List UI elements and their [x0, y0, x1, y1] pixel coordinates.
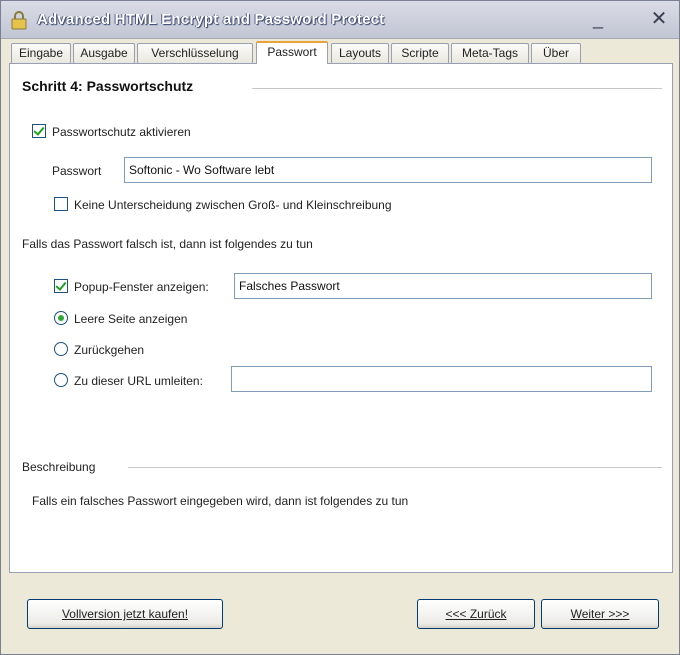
- buy-full-version-button[interactable]: Vollversion jetzt kaufen!: [27, 599, 223, 629]
- buy-full-version-label: Vollversion jetzt kaufen!: [61, 607, 189, 621]
- popup-label: Popup-Fenster anzeigen:: [74, 280, 209, 294]
- tab-panel-passwort: Schritt 4: Passwortschutz Passwortschutz…: [9, 63, 673, 573]
- radio-redirect-url[interactable]: [54, 373, 68, 387]
- popup-message-input[interactable]: Falsches Passwort: [234, 273, 652, 299]
- title-divider: [252, 88, 662, 89]
- enable-password-label: Passwortschutz aktivieren: [52, 125, 191, 139]
- enable-password-checkbox[interactable]: [32, 124, 46, 138]
- radio-go-back[interactable]: [54, 342, 68, 356]
- password-label: Passwort: [52, 164, 102, 178]
- description-divider: [128, 467, 662, 468]
- description-heading: Beschreibung: [22, 460, 96, 474]
- tab-bar: Eingabe Ausgabe Verschlüsselung Passwort…: [9, 41, 673, 64]
- step-title: Schritt 4: Passwortschutz: [22, 78, 194, 94]
- case-insensitive-checkbox[interactable]: [54, 197, 68, 211]
- tab-layouts[interactable]: Layouts: [331, 43, 389, 63]
- case-insensitive-label: Keine Unterscheidung zwischen Groß- und …: [74, 198, 392, 212]
- app-window: Advanced HTML Encrypt and Password Prote…: [0, 0, 680, 655]
- tab-ausgabe[interactable]: Ausgabe: [73, 43, 135, 63]
- redirect-url-input[interactable]: [231, 366, 652, 392]
- back-label: <<< Zurück: [445, 607, 507, 621]
- minimize-icon[interactable]: _: [586, 9, 610, 31]
- lock-icon: [11, 11, 27, 30]
- tab-ueber[interactable]: Über: [531, 43, 581, 63]
- tab-scripte[interactable]: Scripte: [391, 43, 449, 63]
- radio-blank-page[interactable]: [54, 311, 68, 325]
- back-button[interactable]: <<< Zurück: [417, 599, 535, 629]
- tab-passwort[interactable]: Passwort: [256, 41, 328, 64]
- radio-go-back-label: Zurückgehen: [74, 343, 145, 357]
- radio-blank-page-label: Leere Seite anzeigen: [74, 312, 188, 326]
- radio-redirect-url-label: Zu dieser URL umleiten:: [74, 374, 203, 388]
- tab-verschluesselung[interactable]: Verschlüsselung: [137, 43, 253, 63]
- title-bar[interactable]: Advanced HTML Encrypt and Password Prote…: [1, 1, 679, 39]
- popup-checkbox[interactable]: [54, 279, 68, 293]
- next-label: Weiter >>>: [570, 607, 630, 621]
- next-button[interactable]: Weiter >>>: [541, 599, 659, 629]
- tab-meta-tags[interactable]: Meta-Tags: [451, 43, 529, 63]
- window-title: Advanced HTML Encrypt and Password Prote…: [37, 11, 385, 28]
- description-text: Falls ein falsches Passwort eingegeben w…: [32, 494, 409, 508]
- close-icon[interactable]: ✕: [647, 9, 671, 31]
- wrong-password-intro: Falls das Passwort falsch ist, dann ist …: [22, 237, 313, 251]
- password-input[interactable]: Softonic - Wo Software lebt: [124, 157, 652, 183]
- tab-eingabe[interactable]: Eingabe: [11, 43, 71, 63]
